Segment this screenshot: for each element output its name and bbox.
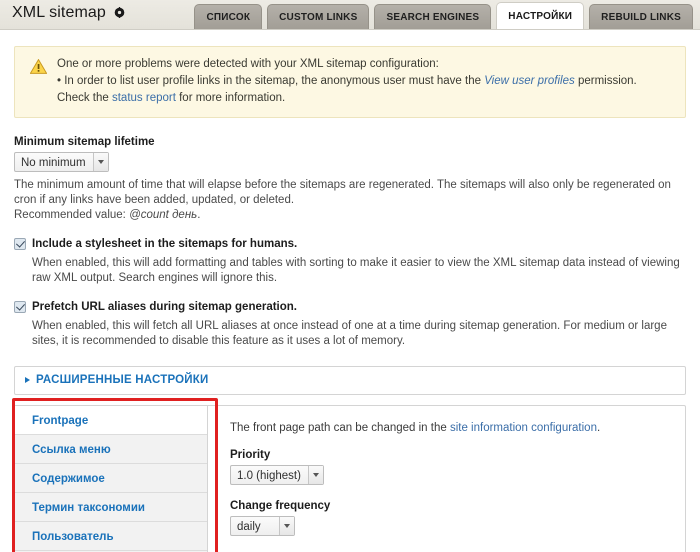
triangle-right-icon <box>25 377 30 383</box>
priority-value: 1.0 (highest) <box>237 470 301 482</box>
prefetch-checkbox-description: When enabled, this will fetch all URL al… <box>32 320 667 347</box>
view-user-profiles-link[interactable]: View user profiles <box>484 75 575 87</box>
tab-custom-links[interactable]: CUSTOM LINKS <box>267 4 370 29</box>
page-header: XML sitemap СПИСОК CUSTOM LINKS SEARCH E… <box>0 0 700 30</box>
advanced-settings-fieldset[interactable]: РАСШИРЕННЫЕ НАСТРОЙКИ <box>14 366 686 395</box>
stylesheet-checkbox-label: Include a stylesheet in the sitemaps for… <box>32 238 298 250</box>
vertical-tab-frontpage[interactable]: Frontpage <box>15 406 207 435</box>
recommended-value: @count день <box>129 209 198 221</box>
prefetch-checkbox-row[interactable]: Prefetch URL aliases during sitemap gene… <box>14 300 686 314</box>
page-title-text: XML sitemap <box>12 4 106 21</box>
status-report-link[interactable]: status report <box>112 92 176 104</box>
site-information-configuration-link[interactable]: site information configuration <box>450 422 597 434</box>
chevron-down-icon[interactable] <box>307 466 323 484</box>
lifetime-desc-text: The minimum amount of time that will ela… <box>14 179 671 206</box>
lead-suffix: . <box>596 422 601 434</box>
advanced-settings-toggle[interactable]: РАСШИРЕННЫЕ НАСТРОЙКИ <box>25 374 675 386</box>
tab-settings[interactable]: НАСТРОЙКИ <box>496 2 585 29</box>
change-frequency-select[interactable]: daily <box>230 516 295 536</box>
warning-bullet-suffix: permission. <box>574 75 637 87</box>
warning-line3-prefix: Check the <box>57 92 112 104</box>
vertical-tabs-panel: Frontpage Ссылка меню Содержимое Термин … <box>14 405 686 552</box>
priority-label: Priority <box>230 449 271 461</box>
tab-search-engines[interactable]: SEARCH ENGINES <box>374 4 492 29</box>
lead-prefix: The front page path can be changed in th… <box>230 422 450 434</box>
priority-select[interactable]: 1.0 (highest) <box>230 465 324 485</box>
tab-rebuild-links[interactable]: REBUILD LINKS <box>589 4 693 29</box>
minimum-sitemap-lifetime-label: Minimum sitemap lifetime <box>14 136 155 148</box>
chevron-down-icon[interactable] <box>279 517 294 535</box>
frontpage-lead-text: The front page path can be changed in th… <box>230 422 685 434</box>
advanced-settings-label: РАСШИРЕННЫЕ НАСТРОЙКИ <box>36 374 209 386</box>
warning-bullet-prefix: • In order to list user profile links in… <box>57 75 485 87</box>
change-frequency-value: daily <box>237 521 261 533</box>
tab-list[interactable]: СПИСОК <box>194 4 263 29</box>
prefetch-checkbox[interactable] <box>14 301 26 313</box>
warning-line-1: One or more problems were detected with … <box>57 58 439 70</box>
stylesheet-checkbox-description: When enabled, this will add formatting a… <box>32 257 680 284</box>
chevron-down-icon[interactable] <box>92 153 108 171</box>
minimum-sitemap-lifetime-description: The minimum amount of time that will ela… <box>14 178 686 223</box>
page-content: One or more problems were detected with … <box>0 46 700 552</box>
tab-bar: СПИСОК CUSTOM LINKS SEARCH ENGINES НАСТР… <box>194 0 700 29</box>
gear-icon[interactable] <box>114 5 125 19</box>
warning-line-3: Check the status report for more informa… <box>57 90 637 107</box>
warning-text: One or more problems were detected with … <box>57 56 637 107</box>
vertical-tabs-list: Frontpage Ссылка меню Содержимое Термин … <box>15 406 208 552</box>
frontpage-settings-pane: The front page path can be changed in th… <box>208 406 685 552</box>
minimum-sitemap-lifetime-value: No minimum <box>21 157 86 169</box>
vertical-tab-taxonomy-term[interactable]: Термин таксономии <box>15 493 207 522</box>
recommended-prefix: Recommended value: <box>14 209 130 221</box>
warning-message: One or more problems were detected with … <box>14 46 686 118</box>
warning-bullet: • In order to list user profile links in… <box>57 73 637 90</box>
warning-triangle-icon <box>29 58 48 77</box>
vertical-tab-content[interactable]: Содержимое <box>15 464 207 493</box>
vertical-tab-menu-link[interactable]: Ссылка меню <box>15 435 207 464</box>
recommended-suffix: . <box>197 209 201 221</box>
minimum-sitemap-lifetime-select[interactable]: No minimum <box>14 152 109 172</box>
stylesheet-checkbox-row[interactable]: Include a stylesheet in the sitemaps for… <box>14 237 686 251</box>
page-title: XML sitemap <box>12 4 125 22</box>
warning-line3-suffix: for more information. <box>175 92 286 104</box>
prefetch-checkbox-label: Prefetch URL aliases during sitemap gene… <box>32 301 297 313</box>
change-frequency-label: Change frequency <box>230 500 331 512</box>
vertical-tab-user[interactable]: Пользователь <box>15 522 207 551</box>
minimum-sitemap-lifetime-field: Minimum sitemap lifetime No minimum The … <box>14 136 686 223</box>
stylesheet-checkbox[interactable] <box>14 238 26 250</box>
